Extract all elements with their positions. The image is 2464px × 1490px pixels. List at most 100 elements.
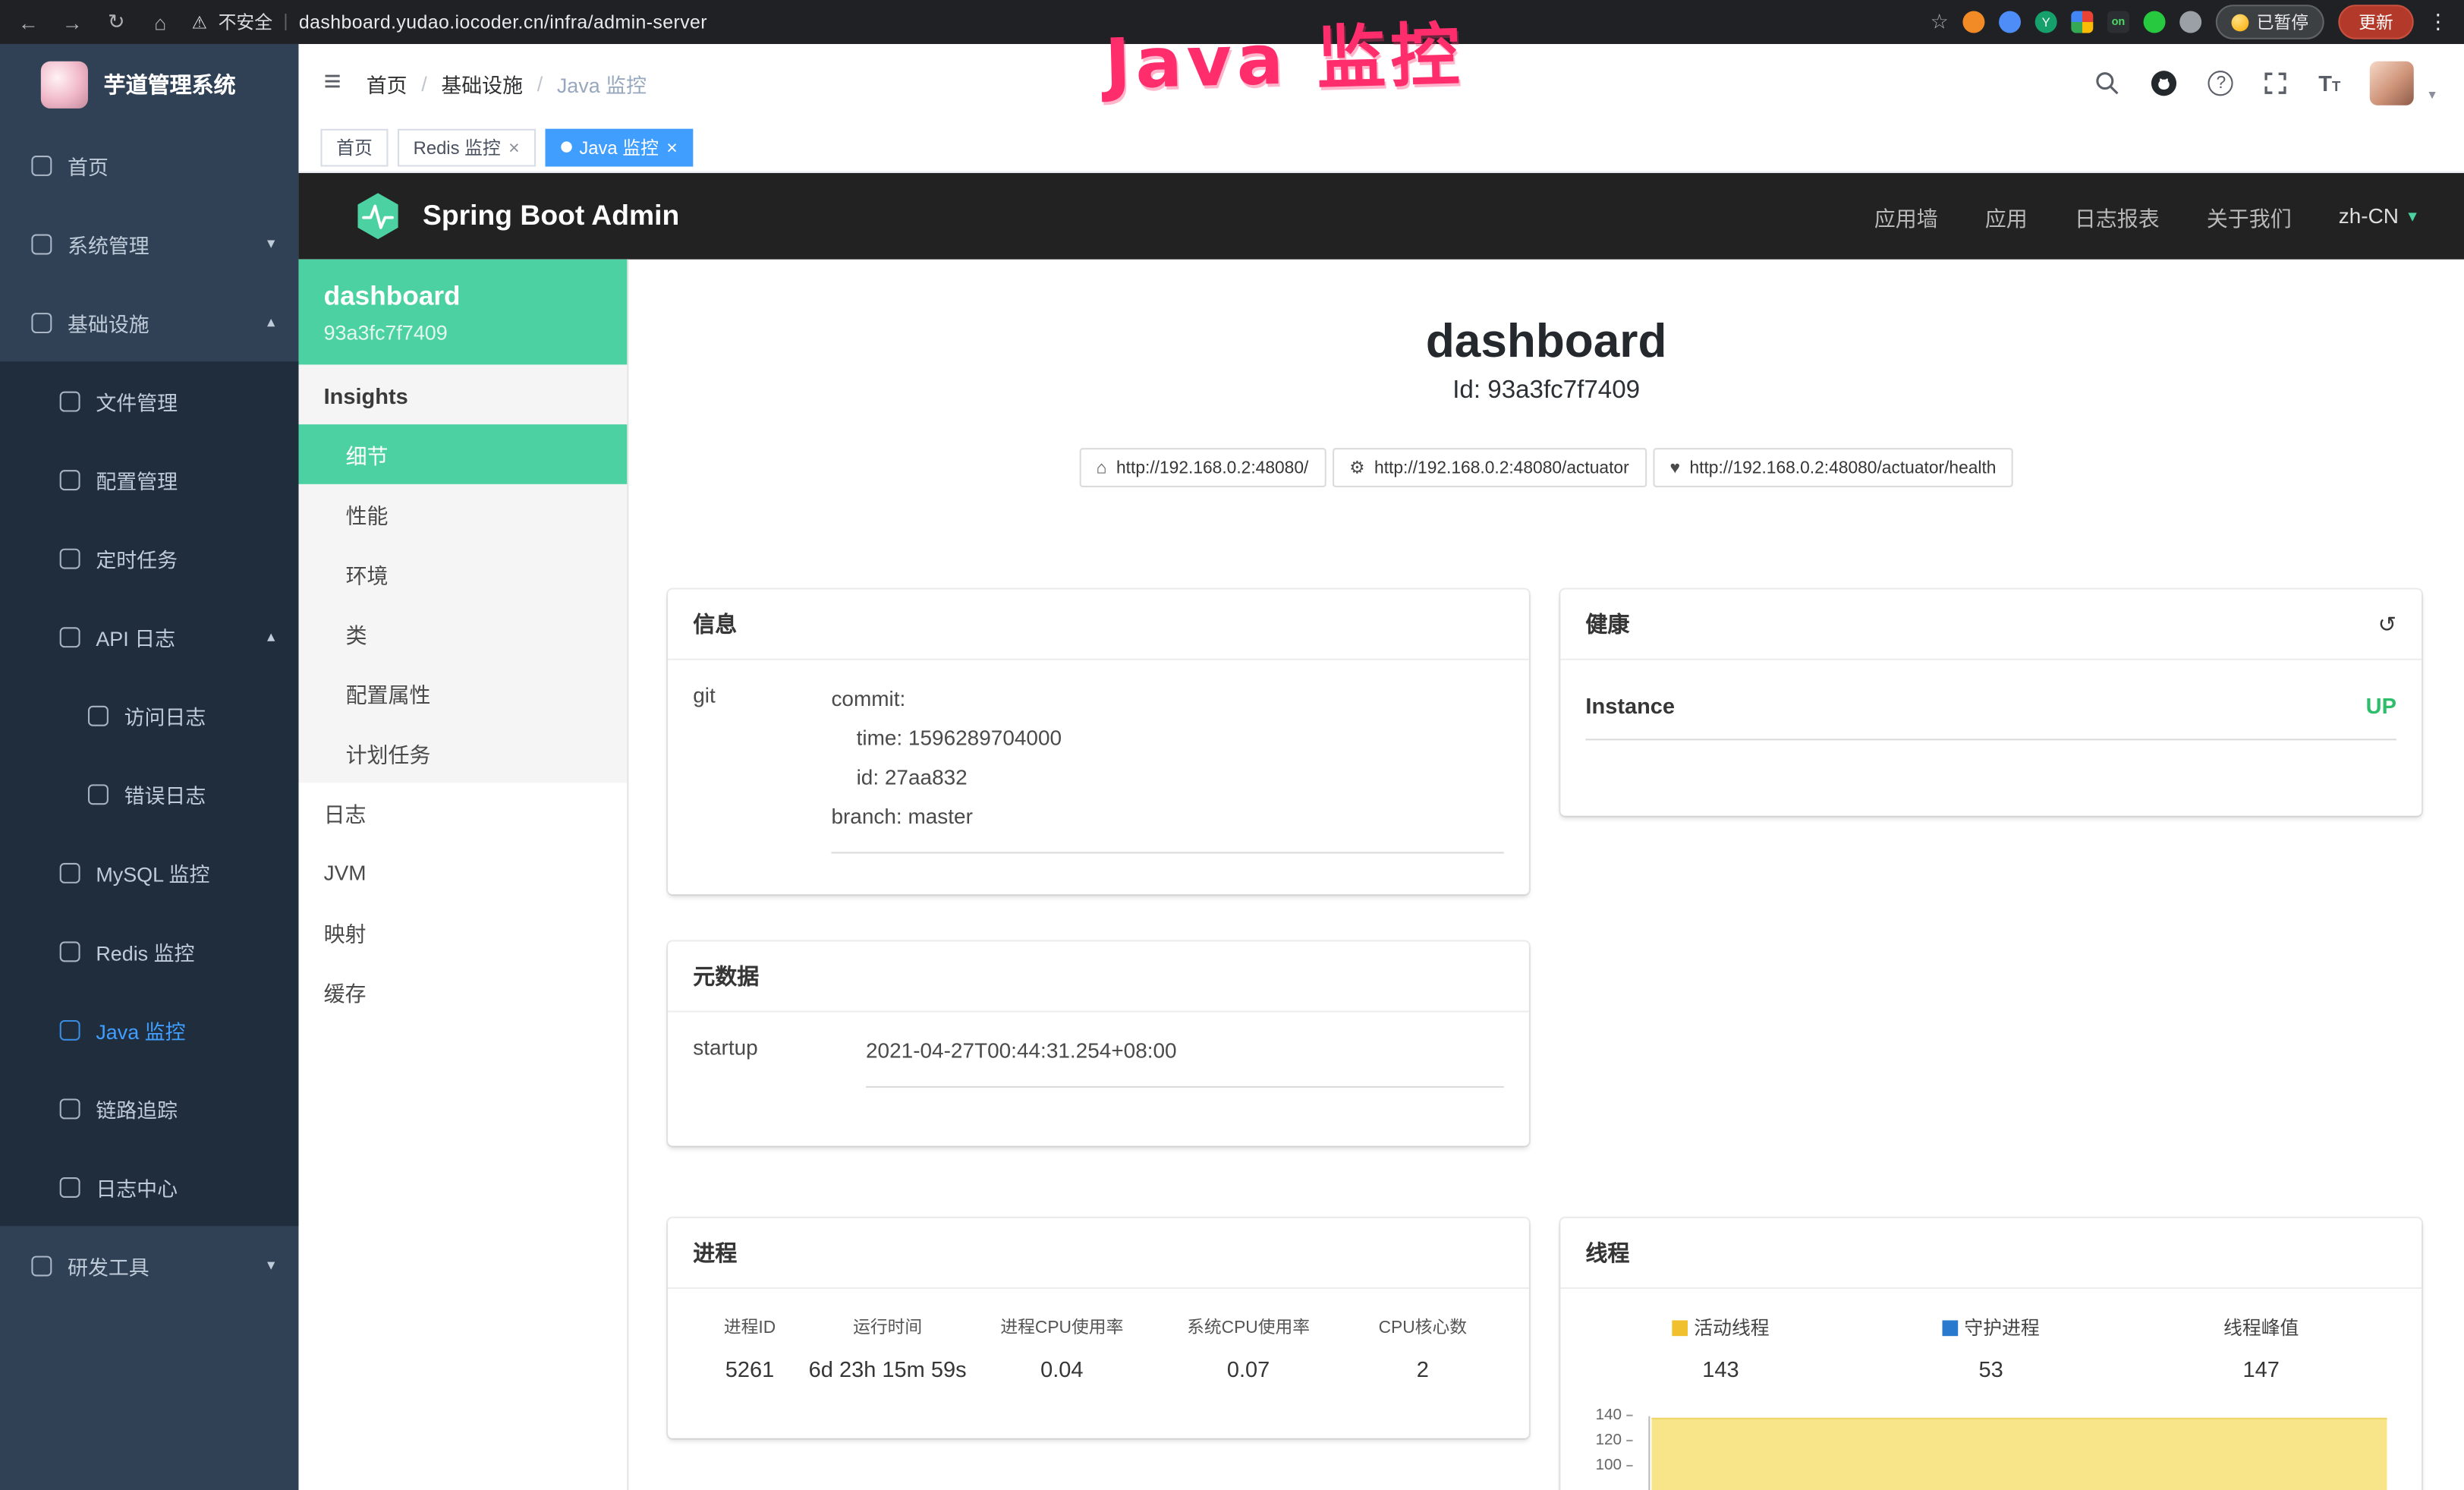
- forward-icon[interactable]: →: [60, 10, 85, 33]
- sba-locale-select[interactable]: zh-CN ▾: [2339, 204, 2417, 228]
- sba-nav-journal[interactable]: 日志报表: [2075, 200, 2160, 232]
- sba-item-metrics[interactable]: 性能: [298, 484, 627, 544]
- extension-icon-blue[interactable]: [1999, 11, 2021, 33]
- tab-redis-monitor[interactable]: Redis 监控 ×: [398, 128, 535, 166]
- sba-item-details[interactable]: 细节: [298, 424, 627, 484]
- extension-icon-grid[interactable]: [2071, 11, 2093, 33]
- bookmark-star-icon[interactable]: ☆: [1931, 9, 1949, 34]
- tab-home[interactable]: 首页: [320, 128, 388, 166]
- search-icon[interactable]: [2095, 71, 2120, 96]
- sidebar-item-access-log[interactable]: 访问日志: [0, 676, 298, 754]
- sidebar-item-home[interactable]: 首页: [0, 126, 298, 205]
- sba-item-caches[interactable]: 缓存: [298, 962, 627, 1022]
- back-icon[interactable]: ←: [16, 10, 41, 33]
- hamburger-icon[interactable]: ≡: [298, 66, 366, 101]
- history-icon[interactable]: ↺: [2378, 611, 2396, 638]
- legend-label: 守护进程: [1964, 1314, 2039, 1340]
- extension-icon-small-green[interactable]: [2144, 11, 2166, 33]
- sidebar-item-java-monitor[interactable]: Java 监控: [0, 991, 298, 1069]
- home-icon[interactable]: ⌂: [148, 10, 173, 33]
- health-instance-label: Instance: [1585, 693, 1675, 718]
- sba-nav-wallboard[interactable]: 应用墙: [1874, 200, 1938, 232]
- sidebar-item-redis-monitor[interactable]: Redis 监控: [0, 912, 298, 991]
- url-text[interactable]: dashboard.yudao.iocoder.cn/infra/admin-s…: [299, 11, 707, 33]
- reload-icon[interactable]: ↻: [104, 9, 129, 34]
- extension-icon-green-y[interactable]: Y: [2035, 11, 2057, 33]
- sba-instance-id: 93a3fc7f7409: [324, 320, 603, 344]
- sba-brand-title[interactable]: Spring Boot Admin: [423, 200, 679, 232]
- browser-chrome: ← → ↻ ⌂ ⚠ 不安全 | dashboard.yudao.iocoder.…: [0, 0, 2464, 44]
- stat-value: 6d 23h 15m 59s: [807, 1356, 969, 1381]
- metadata-card-title: 元数据: [668, 941, 1529, 1012]
- sidebar-item-label: 定时任务: [96, 543, 178, 572]
- service-url-button[interactable]: ⌂ http://192.168.0.2:48080/: [1079, 448, 1326, 487]
- sba-insights-group: Insights 细节 性能 环境 类 配置属性 计划任务: [298, 364, 627, 783]
- sidebar-item-api-log[interactable]: API 日志 ▴: [0, 597, 298, 676]
- sba-sidebar: dashboard 93a3fc7f7409 Insights 细节 性能 环境…: [298, 260, 628, 1490]
- extension-icon-on-badge[interactable]: on: [2107, 11, 2129, 33]
- close-icon[interactable]: ×: [666, 136, 678, 158]
- sba-item-logs[interactable]: 日志: [298, 783, 627, 843]
- sidebar-item-label: API 日志: [96, 622, 175, 651]
- sba-instance-name: dashboard: [324, 282, 603, 313]
- extension-puzzle-icon[interactable]: [2179, 11, 2201, 33]
- sba-instance-block[interactable]: dashboard 93a3fc7f7409: [298, 260, 627, 365]
- avatar-caret-icon[interactable]: ▾: [2428, 86, 2435, 103]
- security-warning-icon[interactable]: ⚠: [192, 12, 207, 33]
- breadcrumb-infrastructure[interactable]: 基础设施: [441, 68, 523, 98]
- sba-nav-applications[interactable]: 应用: [1985, 200, 2028, 232]
- tab-label: Redis 监控: [414, 134, 501, 159]
- topbar-actions: ? TT ▾: [2095, 61, 2464, 106]
- stat-value: 0.04: [968, 1356, 1155, 1381]
- sidebar-item-label: Redis 监控: [96, 936, 194, 966]
- health-card: 健康 ↺ Instance UP: [1560, 590, 2422, 816]
- sidebar-item-infrastructure[interactable]: 基础设施 ▴: [0, 283, 298, 362]
- sidebar-item-scheduled-tasks[interactable]: 定时任务: [0, 518, 298, 597]
- sidebar-item-dev-tools[interactable]: 研发工具 ▾: [0, 1226, 298, 1305]
- instance-id-line: Id: 93a3fc7f7409: [628, 377, 2464, 405]
- sba-item-environment[interactable]: 环境: [298, 543, 627, 603]
- chart-plot-area: [1648, 1416, 2387, 1490]
- status-badge: UP: [2366, 693, 2396, 718]
- update-button[interactable]: 更新: [2338, 5, 2413, 39]
- stat-label: 进程ID: [693, 1314, 807, 1339]
- tab-java-monitor[interactable]: Java 监控 ×: [545, 128, 694, 166]
- sba-item-scheduled[interactable]: 计划任务: [298, 723, 627, 783]
- legend-value: 147: [2126, 1356, 2396, 1381]
- address-bar[interactable]: ⚠ 不安全 | dashboard.yudao.iocoder.cn/infra…: [192, 9, 707, 34]
- access-log-icon: [88, 705, 109, 726]
- sidebar-item-label: 访问日志: [124, 701, 206, 730]
- process-stat: 运行时间 6d 23h 15m 59s: [807, 1314, 969, 1381]
- sidebar-item-config-mgmt[interactable]: 配置管理: [0, 440, 298, 519]
- live-threads-area: [1651, 1418, 2387, 1490]
- sidebar-item-file-mgmt[interactable]: 文件管理: [0, 361, 298, 440]
- health-url-button[interactable]: ♥ http://192.168.0.2:48080/actuator/heal…: [1653, 448, 2014, 487]
- github-icon[interactable]: [2151, 69, 2179, 97]
- sidebar-item-label: 基础设施: [68, 307, 149, 337]
- sba-item-jvm[interactable]: JVM: [298, 843, 627, 903]
- metadata-card: 元数据 startup 2021-04-27T00:44:31.254+08:0…: [668, 941, 1529, 1145]
- help-icon[interactable]: ?: [2208, 71, 2233, 96]
- mysql-icon: [60, 862, 80, 883]
- app-logo-row[interactable]: 芋道管理系统: [0, 44, 298, 126]
- sba-nav-about[interactable]: 关于我们: [2207, 200, 2292, 232]
- extension-icon-orange[interactable]: [1962, 11, 1984, 33]
- sba-item-mappings[interactable]: 映射: [298, 903, 627, 962]
- breadcrumb-home[interactable]: 首页: [367, 68, 408, 98]
- font-size-icon[interactable]: TT: [2318, 71, 2340, 96]
- sidebar-item-system-mgmt[interactable]: 系统管理 ▾: [0, 204, 298, 283]
- sidebar-item-error-log[interactable]: 错误日志: [0, 754, 298, 833]
- close-icon[interactable]: ×: [508, 136, 520, 158]
- sidebar-item-trace[interactable]: 链路追踪: [0, 1069, 298, 1148]
- fullscreen-icon[interactable]: [2264, 71, 2289, 96]
- avatar[interactable]: [2371, 61, 2415, 106]
- sba-item-classes[interactable]: 类: [298, 603, 627, 663]
- file-icon: [60, 391, 80, 411]
- browser-menu-icon[interactable]: ⋮: [2428, 9, 2448, 34]
- actuator-url-button[interactable]: ⚙ http://192.168.0.2:48080/actuator: [1332, 448, 1646, 487]
- sidebar-item-log-center[interactable]: 日志中心: [0, 1148, 298, 1227]
- sba-item-config-props[interactable]: 配置属性: [298, 663, 627, 723]
- paused-badge[interactable]: 已暂停: [2216, 5, 2324, 39]
- service-url: http://192.168.0.2:48080/: [1116, 458, 1308, 477]
- sidebar-item-mysql-monitor[interactable]: MySQL 监控: [0, 833, 298, 912]
